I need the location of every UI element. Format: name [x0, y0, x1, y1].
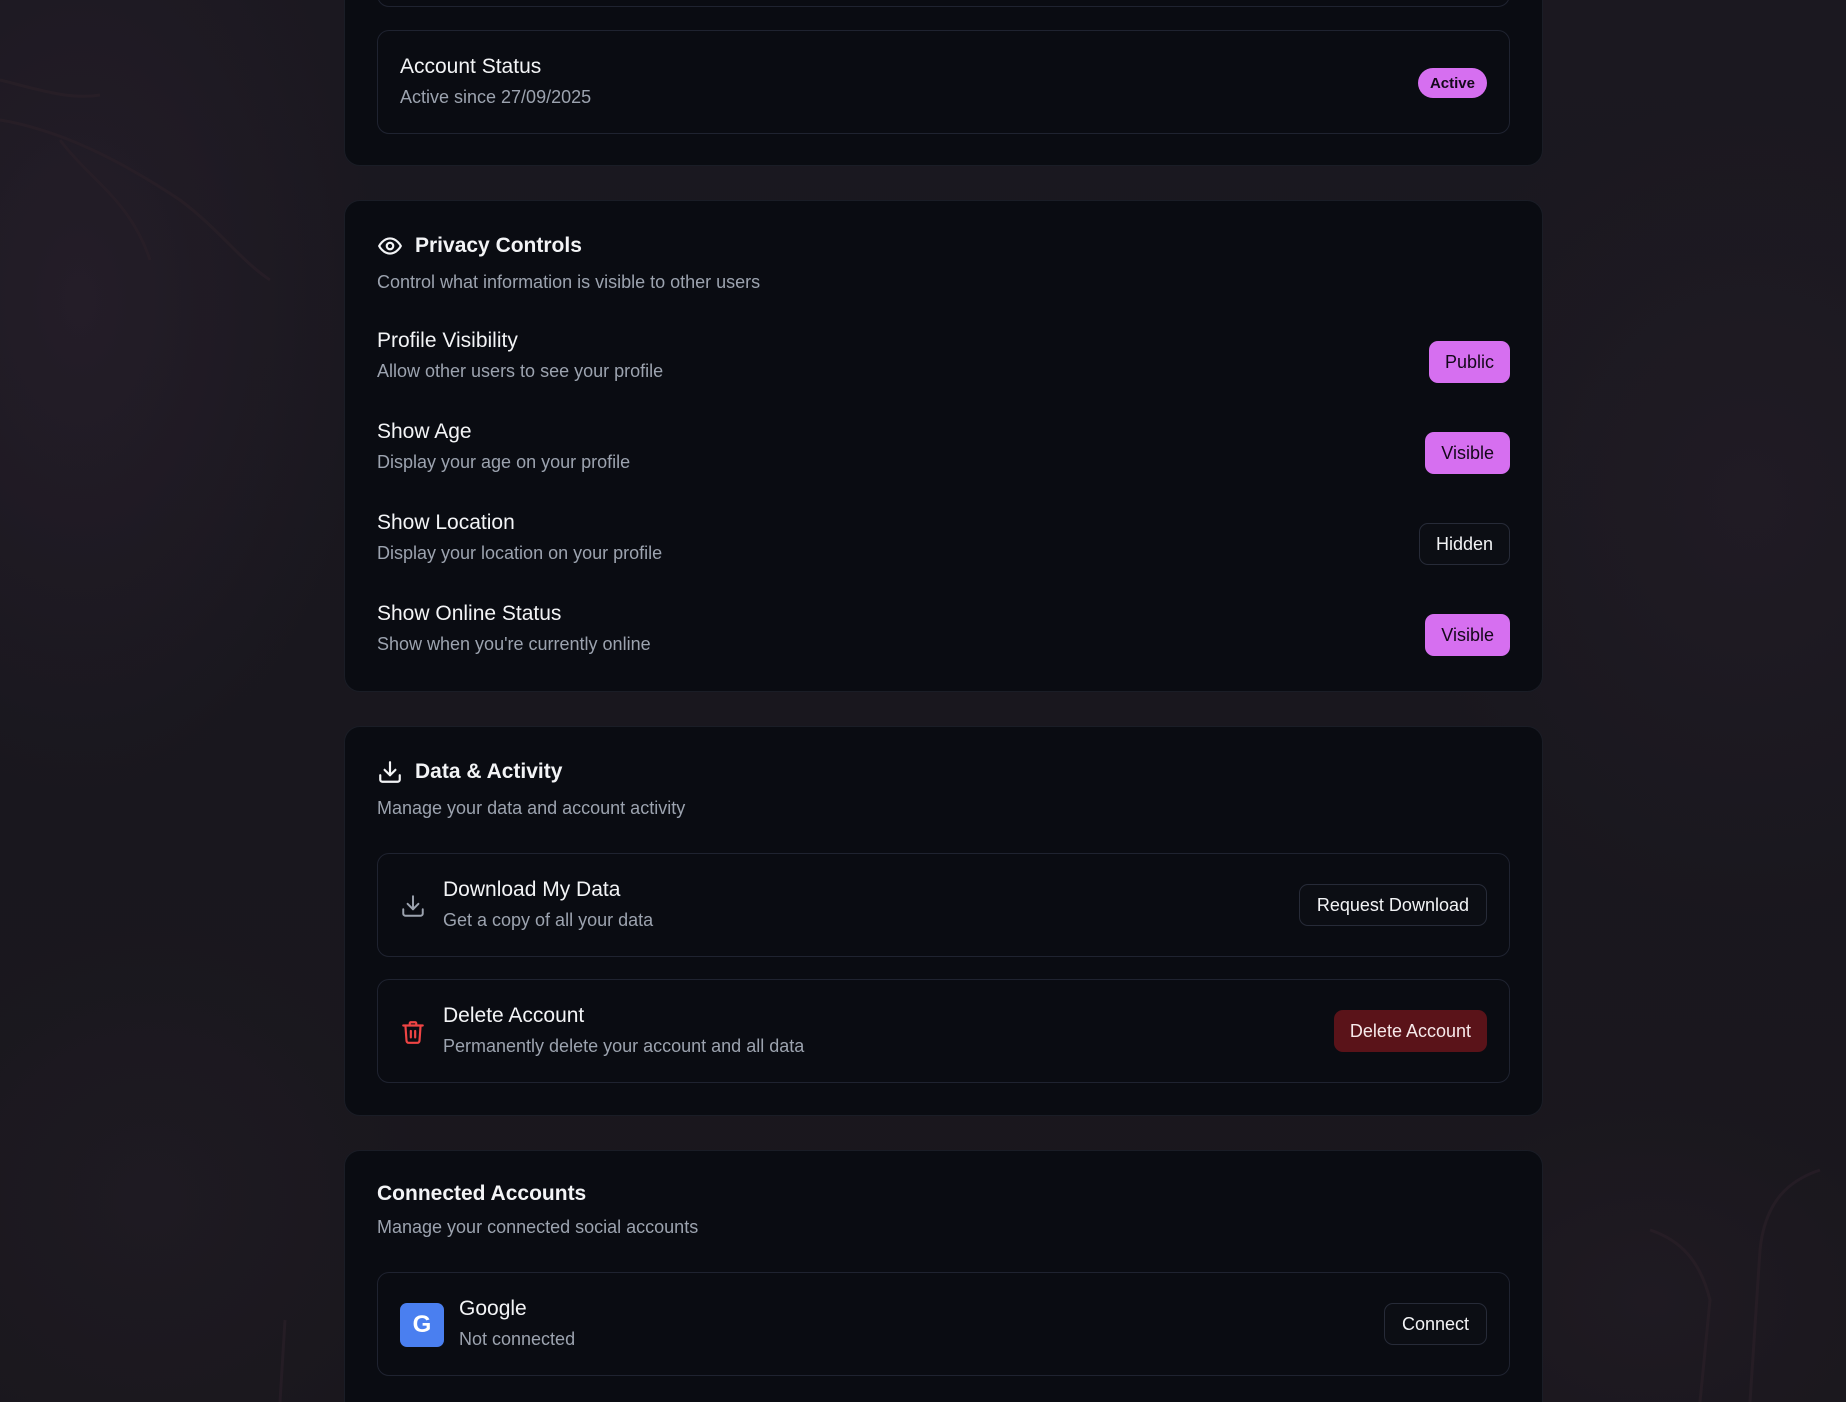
google-logo-letter: G: [412, 1311, 432, 1338]
privacy-row-title: Show Location: [377, 511, 515, 534]
data-activity-header: Data & Activity: [377, 759, 562, 785]
privacy-row-subtitle: Allow other users to see your profile: [377, 361, 664, 381]
delete-account-title: Delete Account: [443, 1004, 585, 1027]
google-account-status: Not connected: [459, 1329, 576, 1349]
privacy-controls-subtitle: Control what information is visible to o…: [377, 272, 761, 292]
delete-account-button[interactable]: Delete Account: [1333, 1010, 1487, 1052]
show-online-status-toggle[interactable]: Visible: [1425, 614, 1510, 656]
privacy-row-title: Show Age: [377, 420, 472, 443]
show-location-toggle[interactable]: Hidden: [1418, 523, 1510, 565]
google-account-box: G Google Not connected Connect: [377, 1272, 1510, 1376]
account-status-box: Account Status Active since 27/09/2025 A…: [377, 30, 1510, 134]
privacy-controls-card: Privacy Controls Control what informatio…: [344, 200, 1543, 692]
privacy-row-show-location: Show Location Display your location on y…: [377, 511, 1510, 581]
privacy-row-subtitle: Display your age on your profile: [377, 452, 631, 472]
download-data-box: Download My Data Get a copy of all your …: [377, 853, 1510, 957]
privacy-row-subtitle: Show when you're currently online: [377, 634, 651, 654]
privacy-row-show-online-status: Show Online Status Show when you're curr…: [377, 602, 1510, 672]
google-logo-icon: G: [400, 1303, 444, 1347]
privacy-controls-header: Privacy Controls: [377, 233, 582, 259]
download-icon: [379, 761, 401, 783]
connected-accounts-subtitle: Manage your connected social accounts: [377, 1217, 699, 1237]
privacy-row-profile-visibility: Profile Visibility Allow other users to …: [377, 329, 1510, 399]
status-badge: Active: [1417, 68, 1487, 98]
privacy-row-subtitle: Display your location on your profile: [377, 543, 663, 563]
connected-accounts-title: Connected Accounts: [377, 1182, 587, 1205]
account-id-box: [377, 0, 1510, 7]
download-data-title: Download My Data: [443, 878, 621, 901]
delete-account-subtitle: Permanently delete your account and all …: [443, 1036, 805, 1056]
google-account-name: Google: [459, 1297, 527, 1320]
eye-icon: [378, 237, 402, 255]
data-activity-card: Data & Activity Manage your data and acc…: [344, 726, 1543, 1116]
privacy-row-title: Show Online Status: [377, 602, 562, 625]
delete-account-box: Delete Account Permanently delete your a…: [377, 979, 1510, 1083]
privacy-controls-title: Privacy Controls: [415, 234, 582, 257]
privacy-row-show-age: Show Age Display your age on your profil…: [377, 420, 1510, 490]
show-age-toggle[interactable]: Visible: [1425, 432, 1510, 474]
account-status-subtitle: Active since 27/09/2025: [400, 87, 592, 107]
account-status-title: Account Status: [400, 55, 542, 78]
privacy-row-title: Profile Visibility: [377, 329, 518, 352]
data-activity-subtitle: Manage your data and account activity: [377, 798, 686, 818]
google-connect-button[interactable]: Connect: [1383, 1303, 1487, 1345]
profile-visibility-toggle[interactable]: Public: [1428, 341, 1510, 383]
download-data-subtitle: Get a copy of all your data: [443, 910, 654, 930]
download-icon: [402, 895, 424, 917]
request-download-button[interactable]: Request Download: [1298, 884, 1487, 926]
connected-accounts-card: Connected Accounts Manage your connected…: [344, 1150, 1543, 1402]
account-info-card: Account Status Active since 27/09/2025 A…: [344, 0, 1543, 166]
trash-icon: [402, 1021, 424, 1044]
data-activity-title: Data & Activity: [415, 760, 563, 783]
